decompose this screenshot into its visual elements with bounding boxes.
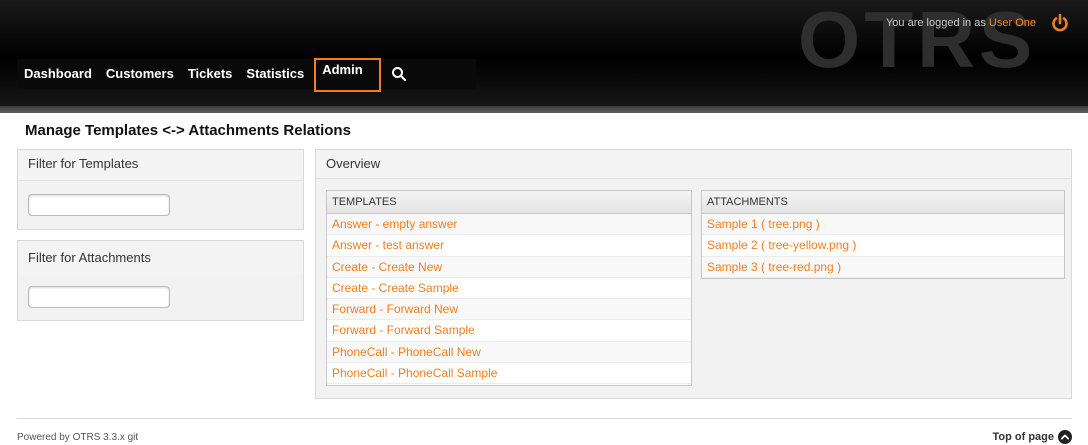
- top-of-page-label: Top of page: [992, 431, 1054, 443]
- chevron-up-icon: [1058, 430, 1072, 444]
- template-row[interactable]: Answer - test answer: [327, 235, 691, 257]
- overview-label: Overview: [316, 150, 1071, 179]
- templates-header: TEMPLATES: [327, 191, 691, 214]
- main-navigation: Dashboard Customers Tickets Statistics A…: [17, 58, 476, 92]
- attachment-row[interactable]: Sample 2 ( tree-yellow.png ): [702, 235, 1064, 257]
- template-row[interactable]: PhoneCall - PhoneCall Sample: [327, 363, 691, 385]
- powered-by-link[interactable]: Powered by OTRS 3.3.x git: [17, 432, 138, 443]
- attachments-table: ATTACHMENTS Sample 1 ( tree.png ) Sample…: [701, 190, 1065, 279]
- nav-customers[interactable]: Customers: [99, 59, 181, 89]
- attachment-row[interactable]: Sample 1 ( tree.png ): [702, 214, 1064, 236]
- header-divider: [0, 106, 1088, 113]
- nav-dashboard[interactable]: Dashboard: [17, 59, 99, 89]
- user-name-link[interactable]: User One: [989, 17, 1036, 29]
- filter-attachments-input[interactable]: [28, 286, 170, 308]
- header-bar: OTRS You are logged in as User One Dashb…: [0, 0, 1088, 106]
- templates-rows: Answer - empty answer Answer - test answ…: [327, 214, 691, 385]
- overview-panel: Overview TEMPLATES Answer - empty answer…: [315, 149, 1072, 399]
- attachments-rows: Sample 1 ( tree.png ) Sample 2 ( tree-ye…: [702, 214, 1064, 278]
- nav-admin[interactable]: Admin: [314, 58, 381, 92]
- nav-statistics[interactable]: Statistics: [239, 59, 311, 89]
- attachments-header: ATTACHMENTS: [702, 191, 1064, 214]
- template-row[interactable]: Forward - Forward New: [327, 299, 691, 321]
- filter-templates-label: Filter for Templates: [18, 150, 303, 181]
- footer-divider: [17, 418, 1072, 419]
- template-row[interactable]: Create - Create Sample: [327, 278, 691, 300]
- login-info: You are logged in as User One: [886, 17, 1036, 29]
- filter-templates-box: Filter for Templates: [17, 149, 304, 230]
- attachment-row[interactable]: Sample 3 ( tree-red.png ): [702, 256, 1064, 278]
- template-row[interactable]: PhoneCall - PhoneCall New: [327, 341, 691, 364]
- template-row[interactable]: Answer - empty answer: [327, 214, 691, 236]
- nav-tickets[interactable]: Tickets: [181, 59, 240, 89]
- filter-templates-input[interactable]: [28, 194, 170, 216]
- top-of-page-link[interactable]: Top of page: [992, 430, 1072, 444]
- template-row[interactable]: Forward - Forward Sample: [327, 320, 691, 342]
- otrs-logo: OTRS: [798, 0, 1037, 84]
- search-icon[interactable]: [384, 59, 414, 89]
- filter-attachments-box: Filter for Attachments: [17, 240, 304, 321]
- page-title: Manage Templates <-> Attachments Relatio…: [25, 122, 351, 139]
- templates-table: TEMPLATES Answer - empty answer Answer -…: [326, 190, 692, 386]
- power-icon[interactable]: [1050, 13, 1070, 33]
- login-prefix: You are logged in as: [885, 17, 986, 29]
- template-row[interactable]: Create - Create New: [327, 256, 691, 278]
- filter-attachments-label: Filter for Attachments: [18, 241, 303, 275]
